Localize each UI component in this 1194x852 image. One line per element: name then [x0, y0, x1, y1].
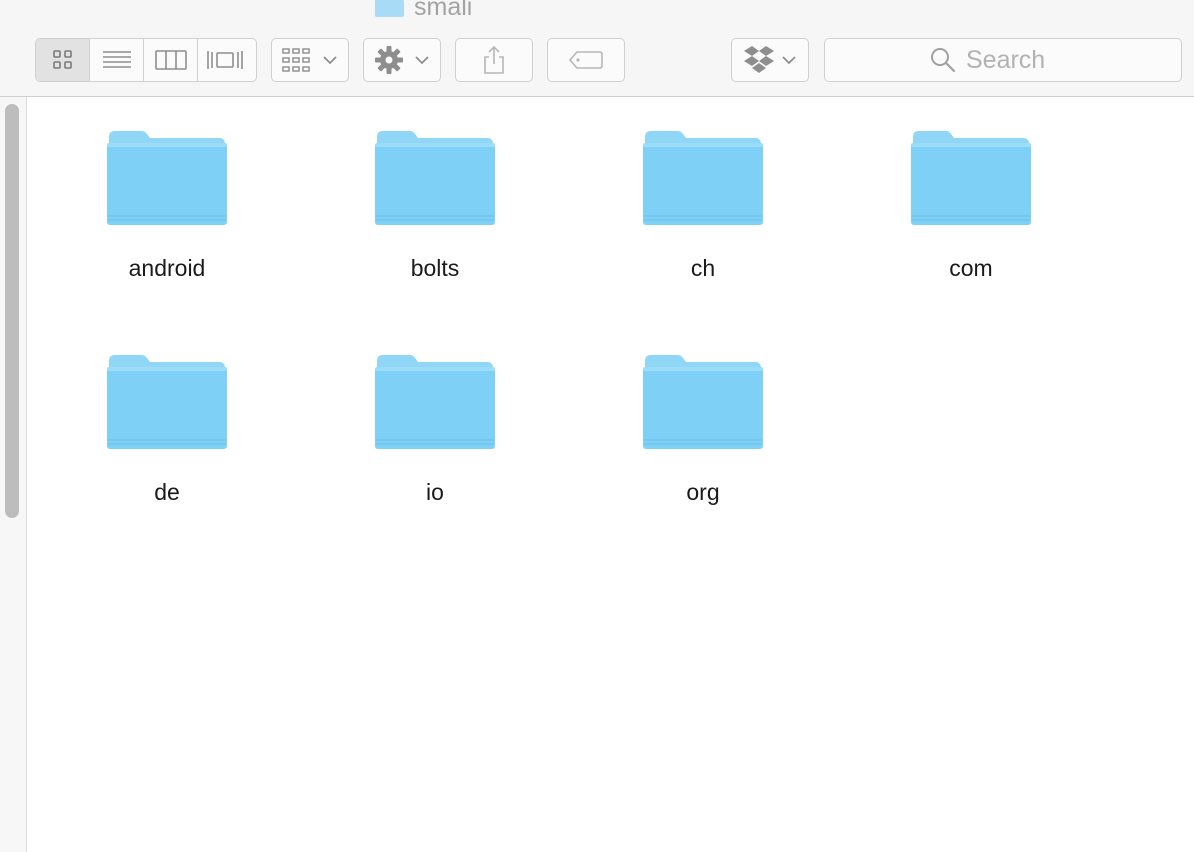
- search-icon: [931, 48, 956, 73]
- folder-icon: [107, 355, 227, 449]
- icon-view-button[interactable]: [36, 39, 90, 81]
- cover-flow-icon: [207, 51, 243, 69]
- share-button[interactable]: [455, 38, 533, 82]
- gear-icon: [375, 46, 403, 74]
- folder-item-bolts[interactable]: bolts: [335, 129, 535, 281]
- tag-icon: [568, 51, 603, 69]
- arrange-button[interactable]: [271, 38, 349, 82]
- folder-name: io: [426, 479, 444, 505]
- share-icon: [484, 45, 504, 74]
- folder-name: bolts: [410, 255, 460, 281]
- folder-item-io[interactable]: io: [335, 353, 535, 505]
- folder-name: ch: [690, 255, 716, 281]
- view-mode-control: [35, 38, 257, 82]
- chevron-down-icon: [782, 56, 796, 65]
- window-title-text: smali: [414, 0, 473, 21]
- folder-icon: [375, 355, 495, 449]
- folder-icon: [643, 355, 763, 449]
- file-icon-grid: android bolts ch com de io org: [27, 97, 1194, 852]
- folder-item-android[interactable]: android: [67, 129, 267, 281]
- folder-name: android: [128, 255, 206, 281]
- folder-icon: [375, 0, 404, 17]
- arrange-grid-icon: [282, 48, 310, 72]
- folder-icon: [107, 131, 227, 225]
- sidebar-edge: [0, 97, 27, 852]
- vertical-scrollbar-thumb[interactable]: [5, 104, 19, 518]
- dropbox-icon: [744, 46, 774, 73]
- icon-view-icon: [52, 50, 72, 69]
- folder-name: org: [686, 479, 720, 505]
- cover-flow-view-button[interactable]: [198, 39, 252, 81]
- chevron-down-icon: [323, 56, 337, 65]
- folder-item-com[interactable]: com: [871, 129, 1071, 281]
- folder-icon: [911, 131, 1031, 225]
- folder-icon: [643, 131, 763, 225]
- list-view-icon: [102, 51, 131, 68]
- folder-item-ch[interactable]: ch: [603, 129, 803, 281]
- dropbox-button[interactable]: [731, 38, 809, 82]
- tags-button[interactable]: [547, 38, 625, 82]
- chevron-down-icon: [415, 56, 429, 65]
- folder-name: com: [949, 255, 993, 281]
- list-view-button[interactable]: [90, 39, 144, 81]
- folder-item-org[interactable]: org: [603, 353, 803, 505]
- column-view-button[interactable]: [144, 39, 198, 81]
- folder-name: de: [154, 479, 180, 505]
- column-view-icon: [154, 50, 187, 70]
- window-title: smali: [374, 0, 472, 22]
- search-field[interactable]: [824, 38, 1182, 82]
- action-button[interactable]: [363, 38, 441, 82]
- search-input[interactable]: [966, 45, 1076, 75]
- finder-toolbar: smali: [0, 0, 1194, 97]
- folder-icon: [375, 131, 495, 225]
- folder-item-de[interactable]: de: [67, 353, 267, 505]
